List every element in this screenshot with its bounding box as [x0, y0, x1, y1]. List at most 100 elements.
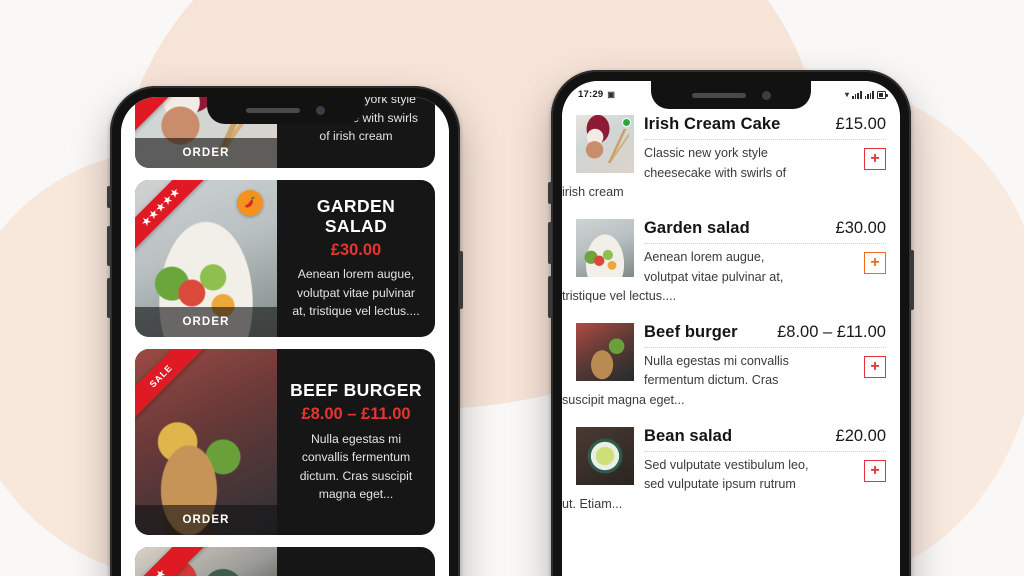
card-title: GARDEN SALAD	[316, 196, 396, 237]
left-phone-screen: ORDER Classic new york style cheesecake …	[121, 97, 449, 576]
menu-card-beef-burger[interactable]: SALE ORDER BEEF BURGER £8.00 – £11.00 Nu…	[135, 349, 435, 536]
power-button[interactable]	[910, 250, 914, 310]
wifi-icon: ▾	[845, 89, 850, 99]
list-item-top: Irish Cream Cake £15.00 Classic new york…	[576, 115, 886, 183]
list-item-top: Garden salad £30.00 Aenean lorem augue, …	[576, 218, 886, 287]
volume-down-button[interactable]	[107, 278, 111, 318]
card-media: ★★★★★ ORDER	[135, 180, 277, 338]
item-name: Irish Cream Cake	[644, 115, 781, 133]
order-button[interactable]: ORDER	[135, 307, 277, 338]
item-description-line-3: ut. Etiam...	[562, 497, 623, 512]
list-item-top: Beef burger £8.00 – £11.00 Nulla egestas…	[576, 322, 886, 391]
signal-bars-icon-2	[864, 90, 874, 99]
list-item-header: Beef burger £8.00 – £11.00	[644, 323, 886, 342]
menu-card-garden-salad[interactable]: ★★★★★ ORDER GARDEN SALAD £30.00 Aenean l…	[135, 180, 435, 338]
list-item-header: Bean salad £20.00	[644, 427, 886, 446]
item-description-line-2: cheesecake with swirls of	[644, 165, 787, 180]
divider	[644, 242, 886, 244]
front-camera-icon	[315, 106, 325, 115]
item-description-line-2: volutpat vitae pulvinar at,	[644, 269, 784, 284]
phone-mockup-right: 17:29 ▣ ▾ Irish Cream Cake £15.00 Classi…	[548, 70, 914, 576]
list-item-irish-cream-cake[interactable]: Irish Cream Cake £15.00 Classic new york…	[562, 105, 900, 209]
status-bar-time: 17:29	[578, 89, 604, 100]
item-description: Aenean lorem augue, volutpat vitae pulvi…	[644, 248, 854, 287]
add-to-cart-button[interactable]: +	[864, 148, 886, 170]
notch	[207, 97, 363, 124]
item-description-line-2: fermentum dictum. Cras	[644, 373, 779, 388]
item-thumbnail	[576, 426, 634, 485]
item-description-line-3: suscipit magna eget...	[562, 393, 685, 408]
card-description: Nulla egestas mi convallis fermentum dic…	[299, 431, 413, 502]
item-description-line-1: Sed vulputate vestibulum leo,	[644, 457, 809, 472]
chili-pepper-icon	[237, 190, 263, 216]
list-item-bottom: Aenean lorem augue, volutpat vitae pulvi…	[644, 248, 886, 287]
veg-indicator-icon	[622, 118, 631, 127]
item-description-line-2: sed vulputate ipsum rutrum	[644, 477, 796, 492]
light-menu-list[interactable]: Irish Cream Cake £15.00 Classic new york…	[562, 81, 900, 576]
divider	[644, 139, 886, 140]
volume-up-button[interactable]	[107, 226, 111, 266]
list-item-main: Irish Cream Cake £15.00 Classic new york…	[644, 115, 886, 183]
item-description: Classic new york style cheesecake with s…	[644, 144, 854, 183]
list-item-header: Garden salad £30.00	[644, 219, 886, 238]
status-bar-right: ▾	[845, 89, 888, 99]
item-price: £8.00 – £11.00	[777, 322, 886, 341]
add-to-cart-button[interactable]: +	[864, 459, 886, 482]
notch	[651, 81, 811, 109]
item-thumbnail	[576, 115, 634, 173]
card-body	[277, 547, 435, 576]
volume-up-button[interactable]	[548, 222, 552, 264]
front-camera-icon	[761, 90, 771, 100]
card-price: £30.00	[330, 241, 382, 260]
list-item-main: Garden salad £30.00 Aenean lorem augue, …	[644, 219, 886, 287]
earpiece-speaker-icon	[691, 92, 746, 98]
list-item-bean-salad[interactable]: Bean salad £20.00 Sed vulputate vestibul…	[562, 417, 900, 521]
divider	[644, 346, 886, 348]
card-media: ★	[135, 547, 277, 576]
phone-mockup-left: ORDER Classic new york style cheesecake …	[107, 86, 463, 576]
item-description: Sed vulputate vestibulum leo, sed vulput…	[644, 456, 854, 495]
item-description-line-3: tristique vel lectus....	[562, 289, 677, 304]
sim-icon: ▣	[607, 89, 616, 99]
mute-switch[interactable]	[107, 186, 111, 208]
list-item-bottom: Sed vulputate vestibulum leo, sed vulput…	[644, 456, 886, 495]
menu-card-next[interactable]: ★	[135, 547, 435, 576]
order-button[interactable]: ORDER	[135, 138, 277, 168]
list-item-header: Irish Cream Cake £15.00	[644, 115, 886, 134]
item-price: £15.00	[835, 115, 886, 133]
food-photo-bean-salad	[576, 426, 634, 485]
list-item-main: Beef burger £8.00 – £11.00 Nulla egestas…	[644, 323, 886, 391]
item-price: £30.00	[835, 218, 886, 237]
battery-icon	[877, 90, 888, 99]
list-item-main: Bean salad £20.00 Sed vulputate vestibul…	[644, 427, 886, 495]
card-body: GARDEN SALAD £30.00 Aenean lorem augue, …	[277, 180, 435, 337]
add-to-cart-button[interactable]: +	[864, 355, 886, 378]
list-item-top: Bean salad £20.00 Sed vulputate vestibul…	[576, 426, 886, 495]
card-description: Aenean lorem augue, volutpat vitae pulvi…	[292, 267, 420, 319]
card-body: BEEF BURGER £8.00 – £11.00 Nulla egestas…	[277, 349, 435, 535]
card-title: BEEF BURGER	[290, 380, 422, 401]
item-description: Nulla egestas mi convallis fermentum dic…	[644, 352, 854, 391]
item-description-line-1: Nulla egestas mi convallis	[644, 353, 789, 368]
item-description-line-1: Classic new york style	[644, 146, 768, 160]
power-button[interactable]	[459, 251, 463, 309]
list-item-bottom: Nulla egestas mi convallis fermentum dic…	[644, 352, 886, 391]
item-name: Beef burger	[644, 322, 738, 341]
food-photo-beef-burger	[576, 322, 634, 381]
dark-menu-list[interactable]: ORDER Classic new york style cheesecake …	[121, 97, 449, 576]
item-name: Bean salad	[644, 426, 733, 445]
mute-switch[interactable]	[548, 182, 552, 204]
item-name: Garden salad	[644, 218, 750, 237]
signal-bars-icon	[852, 90, 862, 99]
list-item-beef-burger[interactable]: Beef burger £8.00 – £11.00 Nulla egestas…	[562, 313, 900, 417]
item-price: £20.00	[835, 426, 886, 445]
add-to-cart-button[interactable]: +	[864, 251, 886, 274]
list-item-bottom: Classic new york style cheesecake with s…	[644, 144, 886, 183]
earpiece-speaker-icon	[245, 108, 300, 113]
volume-down-button[interactable]	[548, 276, 552, 318]
order-button[interactable]: ORDER	[135, 505, 277, 536]
list-item-garden-salad[interactable]: Garden salad £30.00 Aenean lorem augue, …	[562, 209, 900, 313]
right-phone-screen: 17:29 ▣ ▾ Irish Cream Cake £15.00 Classi…	[562, 81, 900, 576]
item-description-line-1: Aenean lorem augue,	[644, 249, 765, 264]
item-thumbnail	[576, 322, 634, 381]
